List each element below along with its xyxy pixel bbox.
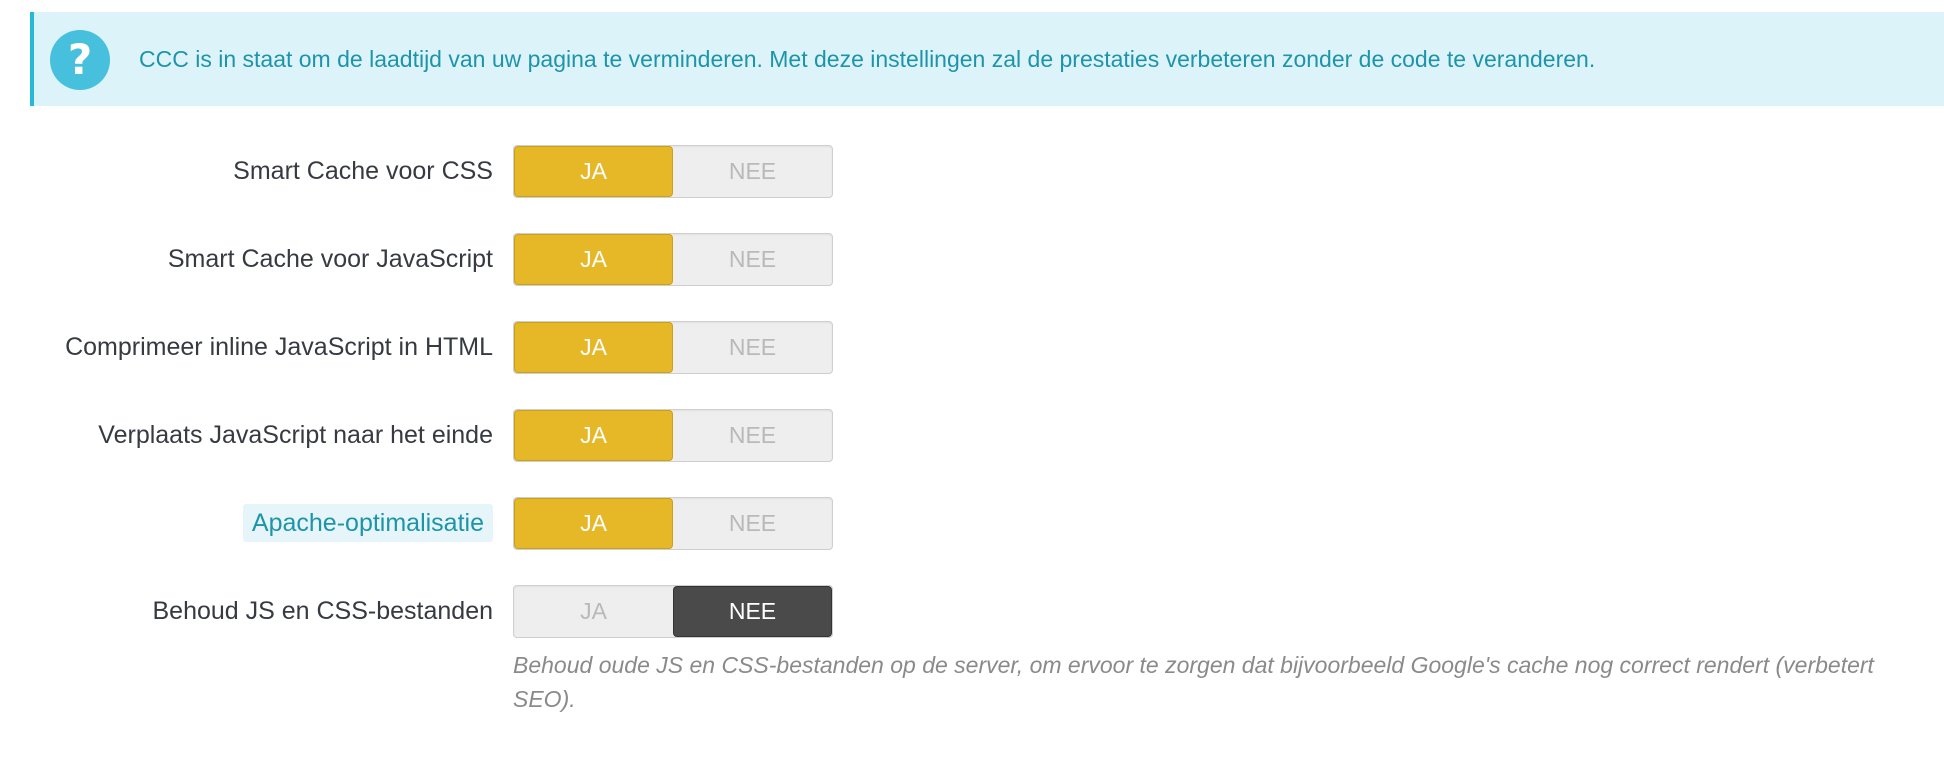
setting-label: Behoud JS en CSS-bestanden: [152, 597, 493, 625]
switch-option-no[interactable]: NEE: [673, 586, 832, 637]
info-alert: ? CCC is in staat om de laadtijd van uw …: [30, 12, 1944, 106]
yes-no-switch[interactable]: JA NEE: [513, 585, 833, 638]
yes-no-switch[interactable]: JA NEE: [513, 233, 833, 286]
setting-label: Smart Cache voor CSS: [233, 157, 493, 185]
setting-label: Comprimeer inline JavaScript in HTML: [65, 333, 493, 361]
help-text: Behoud oude JS en CSS-bestanden op de se…: [513, 652, 1874, 712]
question-icon: ?: [50, 30, 110, 90]
switch-option-no[interactable]: NEE: [673, 146, 832, 197]
setting-row-move-js-to-end: Verplaats JavaScript naar het einde JA N…: [0, 409, 1944, 462]
switch-option-yes[interactable]: JA: [514, 322, 673, 373]
switch-option-no[interactable]: NEE: [673, 498, 832, 549]
setting-row-apache-optimization: Apache-optimalisatie JA NEE: [0, 497, 1944, 550]
yes-no-switch[interactable]: JA NEE: [513, 321, 833, 374]
switch-option-no[interactable]: NEE: [673, 234, 832, 285]
setting-row-compress-inline-js: Comprimeer inline JavaScript in HTML JA …: [0, 321, 1944, 374]
setting-label-with-hint[interactable]: Apache-optimalisatie: [242, 504, 493, 542]
switch-option-yes[interactable]: JA: [514, 410, 673, 461]
yes-no-switch[interactable]: JA NEE: [513, 409, 833, 462]
setting-row-keep-js-css-files: Behoud JS en CSS-bestanden JA NEE: [0, 585, 1944, 638]
yes-no-switch[interactable]: JA NEE: [513, 497, 833, 550]
switch-option-no[interactable]: NEE: [673, 322, 832, 373]
setting-label: Verplaats JavaScript naar het einde: [98, 421, 493, 449]
switch-option-yes[interactable]: JA: [514, 146, 673, 197]
switch-option-yes[interactable]: JA: [514, 234, 673, 285]
switch-option-yes[interactable]: JA: [514, 498, 673, 549]
switch-option-no[interactable]: NEE: [673, 410, 832, 461]
switch-option-yes[interactable]: JA: [514, 586, 673, 637]
alert-message: CCC is in staat om de laadtijd van uw pa…: [139, 45, 1596, 72]
setting-row-smart-cache-js: Smart Cache voor JavaScript JA NEE: [0, 233, 1944, 286]
yes-no-switch[interactable]: JA NEE: [513, 145, 833, 198]
setting-label: Smart Cache voor JavaScript: [167, 245, 493, 273]
setting-row-smart-cache-css: Smart Cache voor CSS JA NEE: [0, 145, 1944, 198]
